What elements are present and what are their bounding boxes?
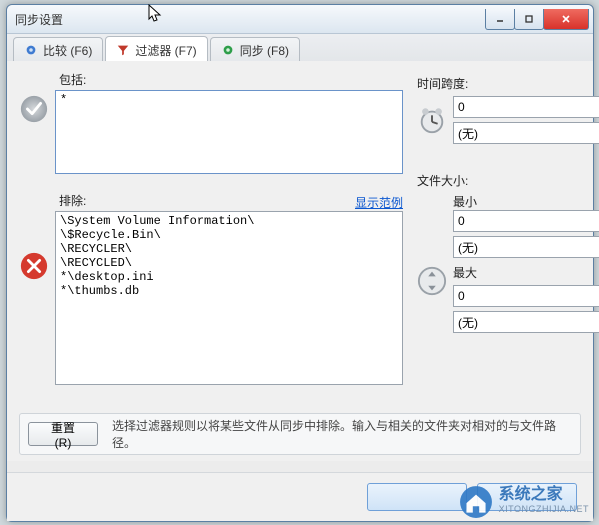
timespan-spinner[interactable]: ▲▼ bbox=[453, 96, 599, 118]
tab-strip: 比较 (F6) 过滤器 (F7) 同步 (F8) bbox=[7, 34, 593, 63]
exclude-label: 排除: bbox=[59, 192, 86, 209]
right-column: 时间跨度: ▲▼ bbox=[417, 71, 581, 461]
check-circle-icon bbox=[19, 94, 49, 124]
gear-blue-icon bbox=[24, 43, 38, 57]
gear-green-icon bbox=[221, 43, 235, 57]
include-label: 包括: bbox=[59, 71, 403, 88]
filesize-max-value[interactable] bbox=[453, 285, 599, 307]
tab-compare-label: 比较 (F6) bbox=[43, 42, 92, 59]
filesize-min-unit[interactable] bbox=[453, 236, 599, 258]
exclude-textarea[interactable] bbox=[55, 211, 403, 385]
include-row bbox=[19, 90, 403, 174]
filesize-max-label: 最大 bbox=[453, 264, 599, 281]
filesize-label: 文件大小: bbox=[417, 172, 581, 189]
sync-settings-window: 同步设置 比较 (F6) 过滤器 (F7) 同步 (F8) bbox=[6, 4, 594, 522]
timespan-label: 时间跨度: bbox=[417, 75, 581, 92]
timespan-group: 时间跨度: ▲▼ bbox=[417, 75, 581, 148]
minimize-button[interactable] bbox=[485, 9, 515, 30]
updown-arrows-icon bbox=[417, 266, 447, 296]
close-button[interactable] bbox=[543, 9, 589, 30]
tab-compare[interactable]: 比较 (F6) bbox=[13, 37, 103, 62]
left-column: 包括: 排除: 显示范例 bbox=[19, 71, 403, 461]
reset-button-label: 重置(R) bbox=[43, 419, 83, 450]
filesize-group: 文件大小: 最小 ▲▼ ▼ bbox=[417, 172, 581, 337]
titlebar: 同步设置 bbox=[7, 5, 593, 34]
x-circle-icon bbox=[19, 251, 49, 281]
timespan-value[interactable] bbox=[453, 96, 599, 118]
show-example-link[interactable]: 显示范例 bbox=[355, 194, 403, 211]
filesize-max-unit-combo[interactable]: ▼ bbox=[453, 311, 599, 333]
clock-icon bbox=[417, 105, 447, 135]
tab-filter[interactable]: 过滤器 (F7) bbox=[105, 36, 207, 63]
hint-bar: 重置(R) 选择过滤器规则以将某些文件从同步中排除。输入与相关的文件夹对相对的与… bbox=[19, 413, 581, 455]
filesize-max-unit[interactable] bbox=[453, 311, 599, 333]
dialog-button-row bbox=[7, 472, 593, 521]
cancel-button[interactable] bbox=[477, 483, 577, 511]
ok-button[interactable] bbox=[367, 483, 467, 511]
hint-text: 选择过滤器规则以将某些文件从同步中排除。输入与相关的文件夹对相对的与文件路径。 bbox=[112, 417, 572, 451]
timespan-unit[interactable] bbox=[453, 122, 599, 144]
tab-sync[interactable]: 同步 (F8) bbox=[210, 37, 300, 62]
window-title: 同步设置 bbox=[7, 11, 486, 28]
tab-sync-label: 同步 (F8) bbox=[240, 42, 289, 59]
reset-button[interactable]: 重置(R) bbox=[28, 422, 98, 446]
include-textarea[interactable] bbox=[55, 90, 403, 174]
window-buttons bbox=[486, 9, 589, 29]
filesize-max-spinner[interactable]: ▲▼ bbox=[453, 285, 599, 307]
maximize-button[interactable] bbox=[514, 9, 544, 30]
filesize-min-value[interactable] bbox=[453, 210, 599, 232]
filesize-min-spinner[interactable]: ▲▼ bbox=[453, 210, 599, 232]
filesize-min-label: 最小 bbox=[453, 193, 581, 210]
filesize-min-unit-combo[interactable]: ▼ bbox=[453, 236, 599, 258]
funnel-icon bbox=[116, 43, 130, 57]
exclude-row bbox=[19, 211, 403, 385]
timespan-unit-combo[interactable]: ▼ bbox=[453, 122, 599, 144]
client-area: 包括: 排除: 显示范例 bbox=[7, 61, 593, 461]
tab-filter-label: 过滤器 (F7) bbox=[135, 42, 196, 59]
